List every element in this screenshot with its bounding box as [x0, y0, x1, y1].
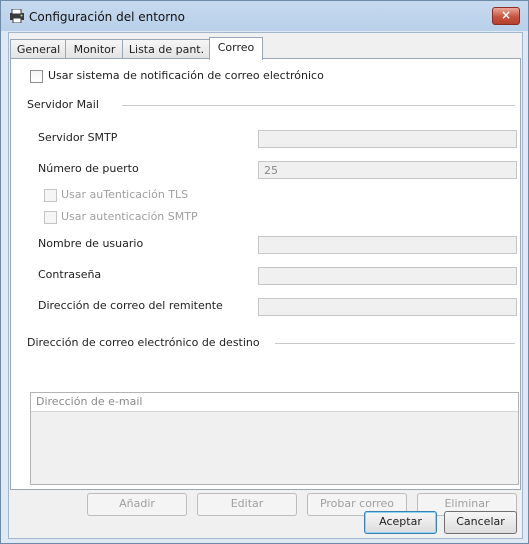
close-button[interactable]: × — [492, 7, 520, 25]
window-title: Configuración del entorno — [29, 10, 185, 24]
mail-server-divider — [122, 105, 515, 106]
settings-dialog: Configuración del entorno × General Moni… — [0, 0, 529, 544]
username-field[interactable] — [258, 236, 517, 254]
tls-label[interactable]: Usar auTenticación TLS — [61, 188, 188, 201]
mail-tab-panel: Usar sistema de notificación de correo e… — [10, 58, 521, 516]
tls-checkbox[interactable] — [44, 189, 57, 202]
sender-address-label: Dirección de correo del remitente — [38, 299, 223, 312]
cancel-button[interactable]: Cancelar — [444, 511, 517, 534]
password-label: Contraseña — [38, 268, 102, 281]
smtp-server-field[interactable] — [258, 130, 517, 148]
tab-general[interactable]: General — [10, 39, 67, 59]
port-field[interactable]: 25 — [258, 161, 517, 179]
ok-button[interactable]: Aceptar — [364, 511, 437, 534]
mail-server-section-label: Servidor Mail — [27, 98, 99, 111]
port-label: Número de puerto — [38, 162, 139, 175]
tab-screen-list[interactable]: Lista de pant. — [122, 39, 211, 59]
edit-button[interactable]: Editar — [197, 493, 297, 516]
username-label: Nombre de usuario — [38, 237, 144, 250]
notify-label[interactable]: Usar sistema de notificación de correo e… — [48, 69, 324, 82]
title-bar[interactable]: Configuración del entorno × — [1, 1, 528, 31]
tab-monitor[interactable]: Monitor — [65, 39, 124, 59]
tab-mail[interactable]: Correo — [209, 37, 263, 60]
password-field[interactable] — [258, 267, 517, 285]
close-icon: × — [500, 8, 512, 22]
destination-divider — [275, 343, 515, 344]
destination-address-list[interactable]: Dirección de e-mail — [30, 392, 519, 485]
email-address-column-header[interactable]: Dirección de e-mail — [31, 393, 518, 412]
dialog-client-area: General Monitor Lista de pant. Correo Us… — [8, 32, 523, 539]
destination-section-label: Dirección de correo electrónico de desti… — [27, 336, 260, 349]
add-button[interactable]: Añadir — [87, 493, 187, 516]
sender-address-field[interactable] — [258, 298, 517, 316]
notify-checkbox[interactable] — [30, 70, 43, 83]
smtp-auth-checkbox[interactable] — [44, 211, 57, 224]
smtp-auth-label[interactable]: Usar autenticación SMTP — [61, 210, 198, 223]
smtp-server-label: Servidor SMTP — [38, 131, 118, 144]
printer-settings-icon — [10, 9, 24, 23]
